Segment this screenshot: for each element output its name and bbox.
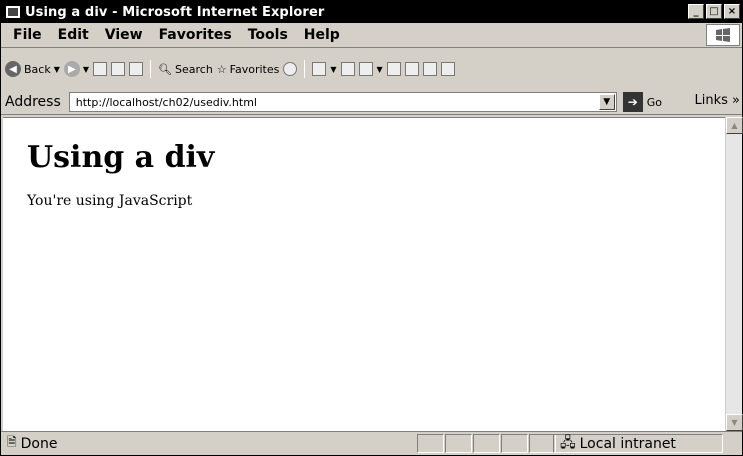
page-heading: Using a div <box>27 140 215 175</box>
go-arrow-icon: ➔ <box>622 92 643 112</box>
menu-file[interactable]: File <box>5 27 50 43</box>
chevron-down-icon[interactable]: ▼ <box>54 65 60 74</box>
toolbar-divider <box>304 60 306 78</box>
menu-edit[interactable]: Edit <box>50 27 97 43</box>
forward-arrow-icon: ▶ <box>63 61 80 77</box>
stop-icon[interactable] <box>93 62 108 76</box>
back-arrow-icon: ◀ <box>5 61 21 77</box>
word-icon[interactable] <box>358 62 373 76</box>
status-text: Done <box>20 435 58 452</box>
ie-icon <box>6 6 20 18</box>
users-icon[interactable] <box>440 62 455 76</box>
star-icon: ☆ <box>216 62 227 76</box>
address-bar: Address http://localhost/ch02/usediv.htm… <box>1 90 742 115</box>
messenger-icon[interactable] <box>422 62 437 76</box>
menu-view[interactable]: View <box>97 27 151 43</box>
security-zone: 🖧 Local intranet <box>553 434 723 453</box>
search-button[interactable]: 🔍︎ Search <box>158 59 213 79</box>
maximize-button[interactable]: □ <box>706 4 722 19</box>
scroll-down-icon[interactable]: ▼ <box>726 414 743 431</box>
scroll-up-icon[interactable]: ▲ <box>726 117 743 134</box>
status-panes <box>417 434 557 453</box>
page-content: Using a div You're using JavaScript <box>3 117 725 431</box>
links-button[interactable]: Links » <box>695 93 740 108</box>
menu-bar: File Edit View Favorites Tools Help <box>1 23 742 48</box>
address-dropdown-icon[interactable]: ▼ <box>598 94 615 110</box>
status-bar: 🗎 Done 🖧 Local intranet <box>1 431 742 455</box>
page-text: You're using JavaScript <box>27 193 193 209</box>
status-pane <box>473 434 500 453</box>
print-icon[interactable] <box>340 62 355 76</box>
windows-logo-icon <box>706 24 740 46</box>
back-button[interactable]: ◀ Back ▼ <box>5 59 60 79</box>
mail-icon[interactable] <box>312 62 327 76</box>
title-bar[interactable]: Using a div - Microsoft Internet Explore… <box>1 1 742 23</box>
search-label: Search <box>175 62 213 76</box>
chevron-down-icon[interactable]: ▼ <box>83 65 89 74</box>
toolbar-divider <box>150 60 152 78</box>
chevron-down-icon[interactable]: ▼ <box>330 65 336 74</box>
menu-tools[interactable]: Tools <box>240 27 296 43</box>
minimize-button[interactable]: _ <box>688 4 704 19</box>
menu-help[interactable]: Help <box>296 27 348 43</box>
vertical-scrollbar[interactable]: ▲ ▼ <box>725 117 743 431</box>
zone-label: Local intranet <box>579 435 676 452</box>
refresh-icon[interactable] <box>111 62 126 76</box>
address-input[interactable]: http://localhost/ch02/usediv.html ▼ <box>68 92 617 112</box>
status-pane <box>445 434 472 453</box>
favorites-label: Favorites <box>229 62 280 76</box>
status-pane <box>501 434 528 453</box>
address-label: Address <box>5 94 61 110</box>
page-icon: 🗎 <box>7 435 17 449</box>
chevron-down-icon[interactable]: ▼ <box>377 65 383 74</box>
window-title: Using a div - Microsoft Internet Explore… <box>25 4 325 20</box>
status-pane <box>529 434 556 453</box>
home-icon[interactable] <box>129 62 144 76</box>
close-button[interactable]: × <box>724 4 740 19</box>
toolbar: ◀ Back ▼ ▶ ▼ 🔍︎ Search ☆ Favorites ▼ ▼ <box>1 48 742 90</box>
research-icon[interactable] <box>404 62 419 76</box>
discuss-icon[interactable] <box>386 62 401 76</box>
intranet-icon: 🖧 <box>560 434 576 451</box>
status-pane <box>417 434 444 453</box>
search-icon: 🔍︎ <box>158 62 172 76</box>
go-label: Go <box>646 95 663 109</box>
back-label: Back <box>24 62 51 76</box>
media-icon[interactable] <box>283 62 298 76</box>
forward-button[interactable]: ▶ ▼ <box>63 59 89 79</box>
menu-favorites[interactable]: Favorites <box>151 27 240 43</box>
address-url: http://localhost/ch02/usediv.html <box>75 95 257 109</box>
go-button[interactable]: ➔ Go <box>622 92 663 112</box>
favorites-button[interactable]: ☆ Favorites <box>217 59 280 79</box>
browser-window: Using a div - Microsoft Internet Explore… <box>0 0 743 456</box>
